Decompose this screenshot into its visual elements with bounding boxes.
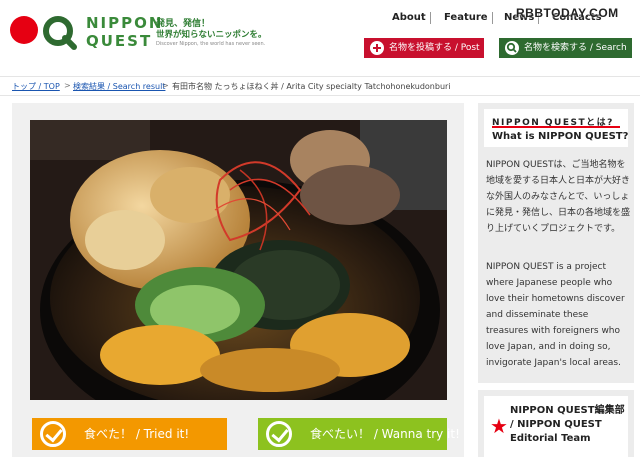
search-button-label: 名物を検索する / Search bbox=[524, 43, 627, 53]
nav-divider bbox=[430, 12, 431, 24]
nav-divider bbox=[492, 12, 493, 24]
post-button-label: 名物を投稿する / Post bbox=[389, 43, 480, 53]
team-card[interactable]: ★ NIPPON QUEST編集部 / NIPPON QUEST Editori… bbox=[484, 396, 628, 457]
breadcrumb: トップ / TOP > 検索結果 / Search result > 有田市名物… bbox=[0, 76, 640, 96]
action-bar: 食べた！ / Tried it! 食べたい！ / Wanna try it! bbox=[12, 404, 464, 457]
dish-photo bbox=[30, 120, 447, 400]
breadcrumb-current: 有田市名物 たっちょほねく丼 / Arita City specialty Ta… bbox=[172, 82, 451, 91]
tried-it-button[interactable]: 食べた！ / Tried it! bbox=[32, 418, 227, 450]
plus-icon bbox=[370, 41, 384, 55]
nav-feature[interactable]: Feature bbox=[444, 12, 488, 23]
tagline-2: 世界が知らないニッポンを。 bbox=[156, 30, 267, 40]
dish-photo-image bbox=[30, 120, 447, 400]
watermark: RBBTODAY.COM bbox=[516, 6, 619, 20]
breadcrumb-separator: > bbox=[64, 81, 71, 90]
team-panel: ★ NIPPON QUEST編集部 / NIPPON QUEST Editori… bbox=[478, 390, 634, 457]
check-icon bbox=[266, 421, 292, 447]
about-panel: NIPPON QUESTとは? What is NIPPON QUEST? NI… bbox=[478, 103, 634, 383]
breadcrumb-search[interactable]: 検索結果 / Search result bbox=[73, 81, 165, 92]
logo-text-quest: QUEST bbox=[86, 32, 153, 50]
tried-it-label: 食べた！ / Tried it! bbox=[84, 427, 190, 441]
wanna-try-label: 食べたい！ / Wanna try it! bbox=[310, 427, 460, 441]
post-button[interactable]: 名物を投稿する / Post bbox=[364, 38, 484, 58]
breadcrumb-separator: > bbox=[162, 81, 169, 90]
wanna-try-button[interactable]: 食べたい！ / Wanna try it! bbox=[258, 418, 460, 450]
check-icon bbox=[40, 421, 66, 447]
search-icon bbox=[505, 41, 519, 55]
about-text-en: NIPPON QUEST is a project where Japanese… bbox=[486, 262, 625, 368]
site-header: NIPPON QUEST 発見、発信！ 世界が知らないニッポンを。 Discov… bbox=[0, 0, 640, 76]
about-title: What is NIPPON QUEST? bbox=[492, 131, 629, 142]
logo-text-nippon: NIPPON bbox=[86, 14, 164, 32]
breadcrumb-home[interactable]: トップ / TOP bbox=[12, 81, 60, 92]
team-name: NIPPON QUEST編集部 / NIPPON QUEST Editorial… bbox=[510, 405, 625, 444]
about-divider bbox=[492, 126, 620, 128]
tagline-3: Discover Nippon, the world has never see… bbox=[156, 41, 266, 47]
nav-about[interactable]: About bbox=[392, 12, 426, 23]
star-icon: ★ bbox=[490, 414, 508, 438]
logo-q-icon bbox=[43, 16, 77, 50]
site-logo[interactable]: NIPPON QUEST 発見、発信！ 世界が知らないニッポンを。 Discov… bbox=[10, 14, 267, 54]
logo-red-dot bbox=[10, 16, 38, 44]
about-header: NIPPON QUESTとは? What is NIPPON QUEST? bbox=[484, 109, 628, 147]
search-button[interactable]: 名物を検索する / Search bbox=[499, 38, 632, 58]
about-text-jp: NIPPON QUESTは、ご当地名物を地域を愛する日本人と日本が大好きな外国人… bbox=[486, 160, 631, 234]
